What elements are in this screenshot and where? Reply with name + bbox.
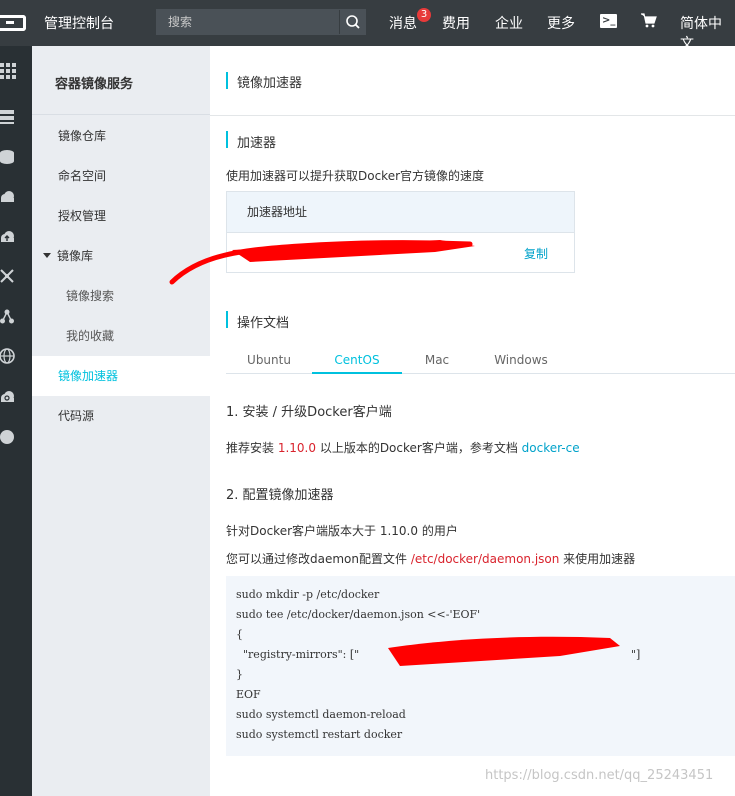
sidebar-item-namespaces[interactable]: 命名空间 (32, 156, 210, 196)
title-accent-bar (226, 72, 228, 89)
nav-enterprise[interactable]: 企业 (495, 13, 523, 33)
top-bar: 管理控制台 消息 3 费用 企业 更多 >_ 简体中文 (0, 0, 735, 52)
accelerator-section-title: 加速器 (237, 136, 277, 151)
code-line: } (236, 668, 243, 681)
step1-text-a: 推荐安装 (226, 441, 278, 455)
code-line: sudo systemctl restart docker (236, 728, 403, 741)
accelerator-description: 使用加速器可以提升获取Docker官方镜像的速度 (226, 169, 485, 183)
code-block: sudo mkdir -p /etc/docker sudo tee /etc/… (226, 576, 735, 756)
docker-ce-link[interactable]: docker-ce (522, 441, 580, 455)
sidebar-item-repositories[interactable]: 镜像仓库 (32, 116, 210, 156)
tab-centos[interactable]: CentOS (312, 353, 402, 374)
code-line: sudo mkdir -p /etc/docker (236, 588, 380, 601)
accelerator-address-header: 加速器地址 (227, 192, 574, 233)
step2-title: 2. 配置镜像加速器 (226, 488, 334, 503)
code-line: EOF (236, 688, 261, 701)
search-input[interactable] (157, 10, 341, 34)
cloud-upload-icon[interactable] (0, 229, 16, 245)
search-box (156, 9, 366, 35)
server-icon[interactable] (0, 109, 16, 125)
sidebar-item-accelerator[interactable]: 镜像加速器 (32, 356, 210, 396)
sidebar-item-code-source[interactable]: 代码源 (32, 396, 210, 436)
os-tabs: Ubuntu CentOS Mac Windows (226, 350, 735, 374)
sidebar-item-authorization[interactable]: 授权管理 (32, 196, 210, 236)
code-line-end: "] (631, 648, 641, 661)
sidebar-item-favorites[interactable]: 我的收藏 (32, 316, 210, 356)
cloud-refresh-icon[interactable] (0, 389, 16, 405)
nav-more[interactable]: 更多 (547, 13, 575, 33)
accelerator-address-row: 复制 (227, 233, 574, 272)
tab-windows[interactable]: Windows (472, 353, 570, 374)
product-icon-rail (0, 46, 32, 796)
section-accent-bar (226, 131, 228, 148)
grid-icon[interactable] (0, 63, 16, 79)
network-icon[interactable] (0, 269, 16, 285)
cluster-icon[interactable] (0, 309, 16, 325)
search-icon (346, 15, 360, 29)
tab-ubuntu[interactable]: Ubuntu (226, 353, 312, 374)
step1-text: 推荐安装 1.10.0 以上版本的Docker客户端，参考文档 docker-c… (226, 439, 580, 456)
database-icon[interactable] (0, 149, 16, 165)
code-line: { (236, 628, 243, 641)
cloud-icon[interactable] (0, 189, 16, 205)
section-accent-bar (226, 311, 228, 328)
terminal-icon[interactable]: >_ (600, 14, 617, 28)
cart-icon[interactable] (640, 12, 657, 29)
step2-line2-b: 来使用加速器 (559, 552, 636, 566)
step2-line2-a: 您可以通过修改daemon配置文件 (226, 552, 411, 566)
sidebar-item-image-search[interactable]: 镜像搜索 (32, 276, 210, 316)
step2-line2: 您可以通过修改daemon配置文件 /etc/docker/daemon.jso… (226, 550, 635, 567)
aliyun-logo-icon[interactable] (0, 0, 30, 46)
page-title: 镜像加速器 (237, 76, 303, 91)
globe-icon[interactable] (0, 348, 16, 364)
step1-title: 1. 安装 / 升级Docker客户端 (226, 405, 392, 420)
caret-down-icon (43, 253, 51, 258)
daemon-json-path: /etc/docker/daemon.json (410, 552, 560, 566)
code-line: sudo systemctl daemon-reload (236, 708, 406, 721)
message-count-badge: 3 (417, 8, 431, 22)
watermark-text: https://blog.csdn.net/qq_25243451 (485, 768, 714, 783)
tab-mac[interactable]: Mac (402, 353, 472, 374)
main-content: 镜像加速器 加速器 使用加速器可以提升获取Docker官方镜像的速度 加速器地址… (210, 46, 735, 796)
code-line: sudo tee /etc/docker/daemon.json <<-'EOF… (236, 608, 481, 621)
console-title[interactable]: 管理控制台 (44, 13, 114, 33)
accelerator-table: 加速器地址 复制 (226, 191, 575, 273)
step1-version: 1.10.0 (277, 441, 316, 455)
sidebar-group-label: 镜像库 (57, 249, 94, 263)
step2-line1: 针对Docker客户端版本大于 1.10.0 的用户 (226, 524, 458, 538)
code-line: "registry-mirrors": [" (236, 648, 360, 661)
nav-billing[interactable]: 费用 (442, 13, 470, 33)
nav-messages[interactable]: 消息 (389, 13, 417, 33)
search-button[interactable] (339, 10, 365, 34)
docs-section-title: 操作文档 (237, 316, 290, 331)
sidebar-group-image-library[interactable]: 镜像库 (32, 236, 210, 276)
step1-text-b: 以上版本的Docker客户端，参考文档 (316, 441, 522, 455)
circle-icon[interactable] (0, 429, 16, 445)
sidebar-title: 容器镜像服务 (55, 77, 134, 92)
sidebar-divider (32, 114, 210, 115)
sidebar: 容器镜像服务 镜像仓库 命名空间 授权管理 镜像库 镜像搜索 我的收藏 镜像加速… (32, 46, 210, 796)
copy-link[interactable]: 复制 (524, 245, 548, 262)
page-header: 镜像加速器 (210, 46, 735, 116)
